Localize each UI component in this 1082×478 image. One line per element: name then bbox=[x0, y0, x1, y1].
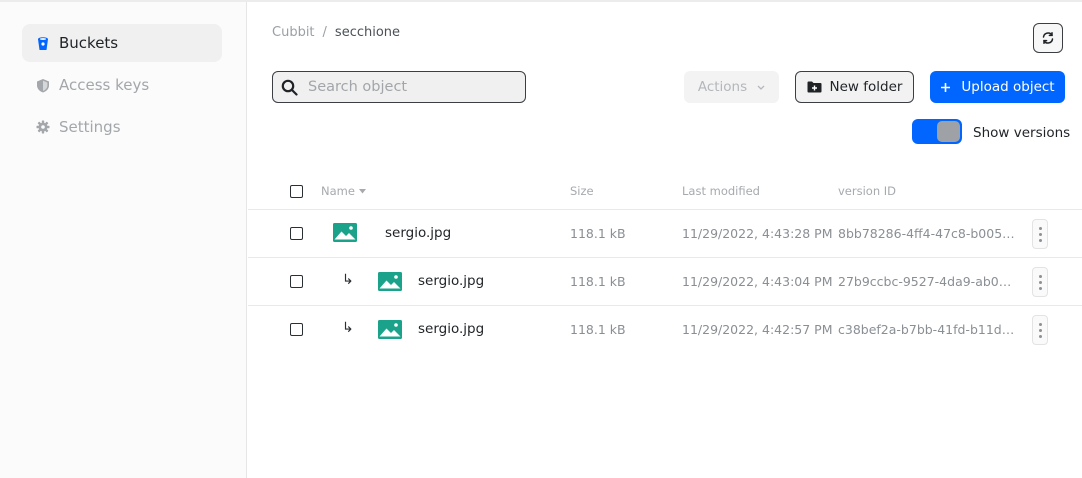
row-menu-button[interactable] bbox=[1032, 267, 1048, 297]
objects-table: Name Size Last modified version ID sergi… bbox=[248, 173, 1082, 353]
row-checkbox[interactable] bbox=[290, 323, 303, 336]
file-size: 118.1 kB bbox=[570, 322, 626, 337]
gear-icon bbox=[35, 119, 51, 135]
refresh-button[interactable] bbox=[1033, 23, 1063, 53]
upload-object-label: Upload object bbox=[961, 79, 1055, 95]
image-file-icon bbox=[333, 223, 357, 245]
shield-icon bbox=[35, 77, 51, 93]
upload-object-button[interactable]: Upload object bbox=[930, 71, 1065, 103]
name-column-header[interactable]: Name bbox=[321, 184, 366, 198]
table-row[interactable]: ↳ sergio.jpg 118.1 kB 11/29/2022, 4:43:0… bbox=[248, 258, 1082, 306]
version-id: 8bb78286-4ff4-47c8-b005-21… bbox=[838, 226, 1018, 241]
modified-column-header: Last modified bbox=[682, 184, 760, 198]
sidebar-item-label: Buckets bbox=[59, 34, 119, 52]
row-menu-button[interactable] bbox=[1032, 315, 1048, 345]
sidebar-item-buckets[interactable]: Buckets bbox=[22, 24, 222, 62]
sidebar-item-label: Access keys bbox=[59, 76, 150, 94]
version-arrow-icon: ↳ bbox=[342, 320, 354, 336]
last-modified: 11/29/2022, 4:43:04 PM bbox=[682, 274, 833, 289]
row-checkbox[interactable] bbox=[290, 227, 303, 240]
file-name[interactable]: sergio.jpg bbox=[418, 273, 484, 289]
name-column-label: Name bbox=[321, 184, 355, 198]
file-name[interactable]: sergio.jpg bbox=[418, 321, 484, 337]
plus-icon bbox=[940, 82, 951, 93]
bucket-icon bbox=[35, 35, 51, 51]
search-input[interactable] bbox=[308, 79, 498, 95]
sidebar-item-settings[interactable]: Settings bbox=[22, 108, 222, 146]
actions-label: Actions bbox=[697, 79, 748, 95]
show-versions-label: Show versions bbox=[973, 125, 1071, 141]
image-file-icon bbox=[378, 320, 402, 342]
version-column-header: version ID bbox=[838, 184, 897, 198]
chevron-down-icon bbox=[757, 85, 765, 90]
table-header: Name Size Last modified version ID bbox=[248, 173, 1082, 210]
version-id: c38bef2a-b7bb-41fd-b11d-c4… bbox=[838, 322, 1018, 337]
new-folder-label: New folder bbox=[829, 79, 903, 95]
sidebar-item-label: Settings bbox=[59, 118, 121, 136]
sort-down-icon bbox=[358, 188, 366, 194]
version-id: 27b9ccbc-9527-4da9-ab06-61… bbox=[838, 274, 1018, 289]
breadcrumb-current: secchione bbox=[334, 25, 401, 40]
row-checkbox[interactable] bbox=[290, 275, 303, 288]
image-file-icon bbox=[378, 272, 402, 294]
sidebar: Buckets Access keys Settings bbox=[0, 2, 247, 478]
sidebar-item-access-keys[interactable]: Access keys bbox=[22, 66, 222, 104]
table-row[interactable]: ↳ sergio.jpg 118.1 kB 11/29/2022, 4:42:5… bbox=[248, 306, 1082, 353]
search-box bbox=[272, 71, 526, 103]
file-size: 118.1 kB bbox=[570, 226, 626, 241]
new-folder-button[interactable]: New folder bbox=[795, 71, 914, 103]
last-modified: 11/29/2022, 4:43:28 PM bbox=[682, 226, 833, 241]
search-icon bbox=[281, 79, 298, 96]
toggle-knob bbox=[937, 121, 960, 142]
table-row[interactable]: sergio.jpg 118.1 kB 11/29/2022, 4:43:28 … bbox=[248, 210, 1082, 258]
row-menu-button[interactable] bbox=[1032, 219, 1048, 249]
refresh-icon bbox=[1041, 31, 1055, 45]
file-size: 118.1 kB bbox=[570, 274, 626, 289]
show-versions-toggle[interactable] bbox=[912, 119, 962, 144]
breadcrumb-separator: / bbox=[322, 25, 327, 40]
last-modified: 11/29/2022, 4:42:57 PM bbox=[682, 322, 833, 337]
file-name[interactable]: sergio.jpg bbox=[385, 225, 451, 241]
breadcrumb-root[interactable]: Cubbit bbox=[272, 25, 315, 40]
folder-add-icon bbox=[807, 81, 822, 93]
version-arrow-icon: ↳ bbox=[342, 272, 354, 288]
breadcrumb: Cubbit / secchione bbox=[272, 25, 400, 40]
actions-dropdown[interactable]: Actions bbox=[684, 71, 779, 103]
select-all-checkbox[interactable] bbox=[290, 185, 303, 198]
size-column-header: Size bbox=[570, 184, 594, 198]
